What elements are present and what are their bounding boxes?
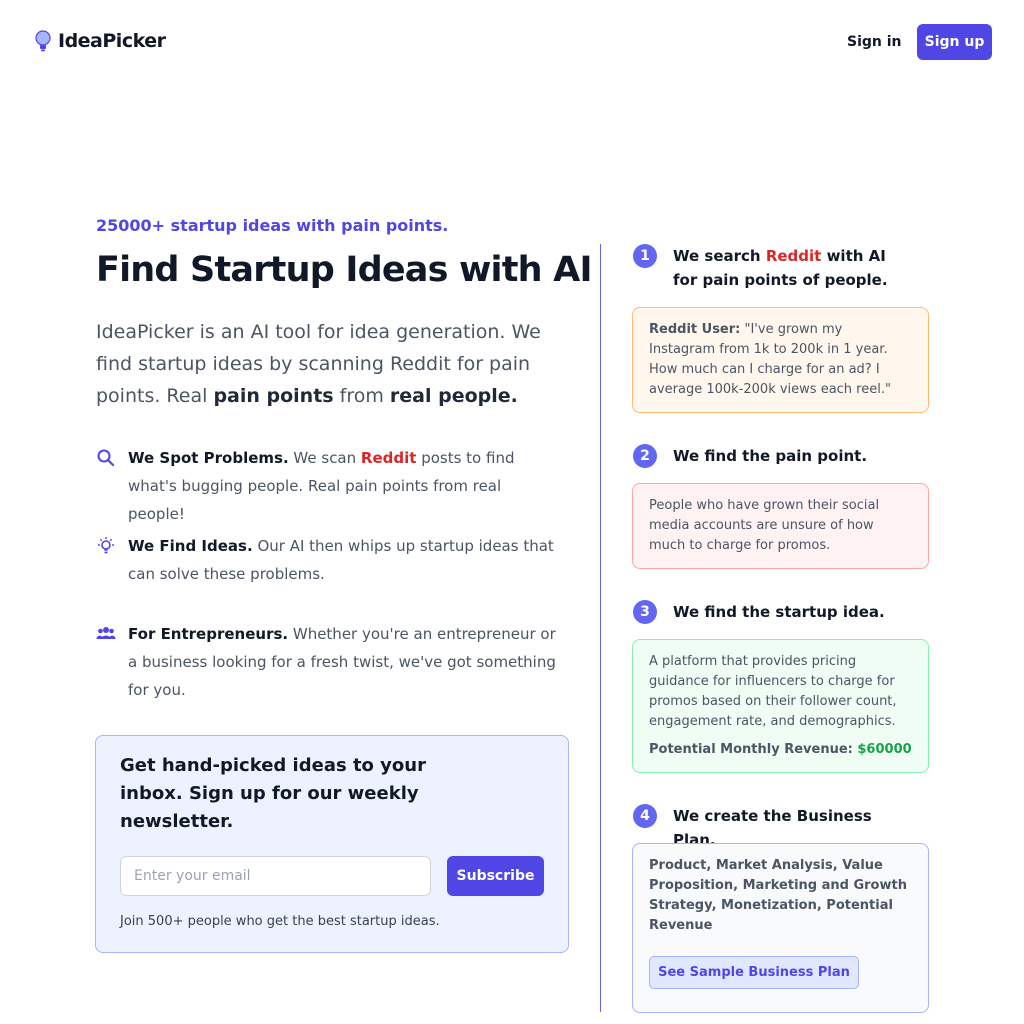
top-nav: IdeaPicker Sign in Sign up — [0, 0, 1024, 84]
feature-find-ideas: We Find Ideas. Our AI then whips up star… — [96, 532, 566, 592]
hero-desc-bold-real-people: real people. — [389, 385, 518, 407]
lightbulb-icon — [98, 537, 114, 554]
email-input[interactable] — [120, 856, 431, 896]
business-plan-card: Product, Market Analysis, Value Proposit… — [632, 843, 929, 1013]
see-sample-business-plan-button[interactable]: See Sample Business Plan — [649, 956, 859, 989]
pain-point-text: People who have grown their social media… — [649, 498, 880, 553]
reddit-quote-card: Reddit User: "I've grown my Instagram fr… — [632, 307, 929, 413]
step-title: We find the pain point. — [673, 447, 868, 465]
hero-eyebrow: 25000+ startup ideas with pain points. — [96, 216, 449, 235]
step-number-badge: 4 — [633, 804, 657, 828]
hero-desc-mid: from — [333, 385, 390, 407]
feature-spot-problems: We Spot Problems. We scan Reddit posts t… — [96, 444, 566, 523]
hero-desc-bold-pain-points: pain points — [213, 385, 334, 407]
revenue-label: Potential Monthly Revenue: — [649, 742, 858, 757]
newsletter-card: Get hand-picked ideas to your inbox. Sig… — [95, 735, 569, 953]
startup-idea-text: A platform that provides pricing guidanc… — [649, 654, 897, 729]
sign-up-button[interactable]: Sign up — [917, 24, 992, 60]
feature-title: For Entrepreneurs. — [128, 625, 289, 643]
revenue-row: Potential Monthly Revenue: $60000 — [649, 740, 912, 760]
feature-text: We Spot Problems. We scan Reddit posts t… — [128, 444, 562, 528]
step-number-badge: 2 — [633, 444, 657, 468]
step-title-text: We search — [673, 247, 766, 265]
logo-text: IdeaPicker — [58, 30, 166, 52]
sign-in-link[interactable]: Sign in — [836, 24, 913, 60]
feature-title: We Spot Problems. — [128, 449, 289, 467]
page-title: Find Startup Ideas with AI — [96, 250, 593, 290]
startup-idea-card: A platform that provides pricing guidanc… — [632, 639, 929, 773]
lightbulb-logo-icon — [35, 30, 51, 52]
pain-point-card: People who have grown their social media… — [632, 483, 929, 569]
users-icon — [96, 627, 116, 639]
step-number-badge: 3 — [633, 600, 657, 624]
feature-text: For Entrepreneurs. Whether you're an ent… — [128, 620, 562, 704]
step-title: We search Reddit with AI for pain points… — [673, 244, 913, 292]
feature-text-before: We scan — [288, 449, 361, 467]
logo[interactable]: IdeaPicker — [34, 30, 166, 52]
feature-text: We Find Ideas. Our AI then whips up star… — [128, 532, 562, 588]
feature-title: We Find Ideas. — [128, 537, 253, 555]
search-icon — [97, 449, 115, 467]
reddit-user-label: Reddit User: — [649, 322, 741, 337]
subscribe-button[interactable]: Subscribe — [447, 856, 544, 896]
step-number-badge: 1 — [633, 244, 657, 268]
column-divider — [600, 244, 601, 1012]
hero-description: IdeaPicker is an AI tool for idea genera… — [96, 316, 566, 412]
step-title: We find the startup idea. — [673, 603, 885, 621]
feature-for-entrepreneurs: For Entrepreneurs. Whether you're an ent… — [96, 620, 566, 708]
revenue-value: $60000 — [857, 742, 912, 757]
newsletter-title: Get hand-picked ideas to your inbox. Sig… — [120, 755, 426, 832]
reddit-highlight: Reddit — [765, 247, 822, 265]
reddit-highlight: Reddit — [360, 449, 417, 467]
newsletter-note: Join 500+ people who get the best startu… — [120, 914, 440, 929]
business-plan-sections: Product, Market Analysis, Value Proposit… — [649, 858, 907, 933]
